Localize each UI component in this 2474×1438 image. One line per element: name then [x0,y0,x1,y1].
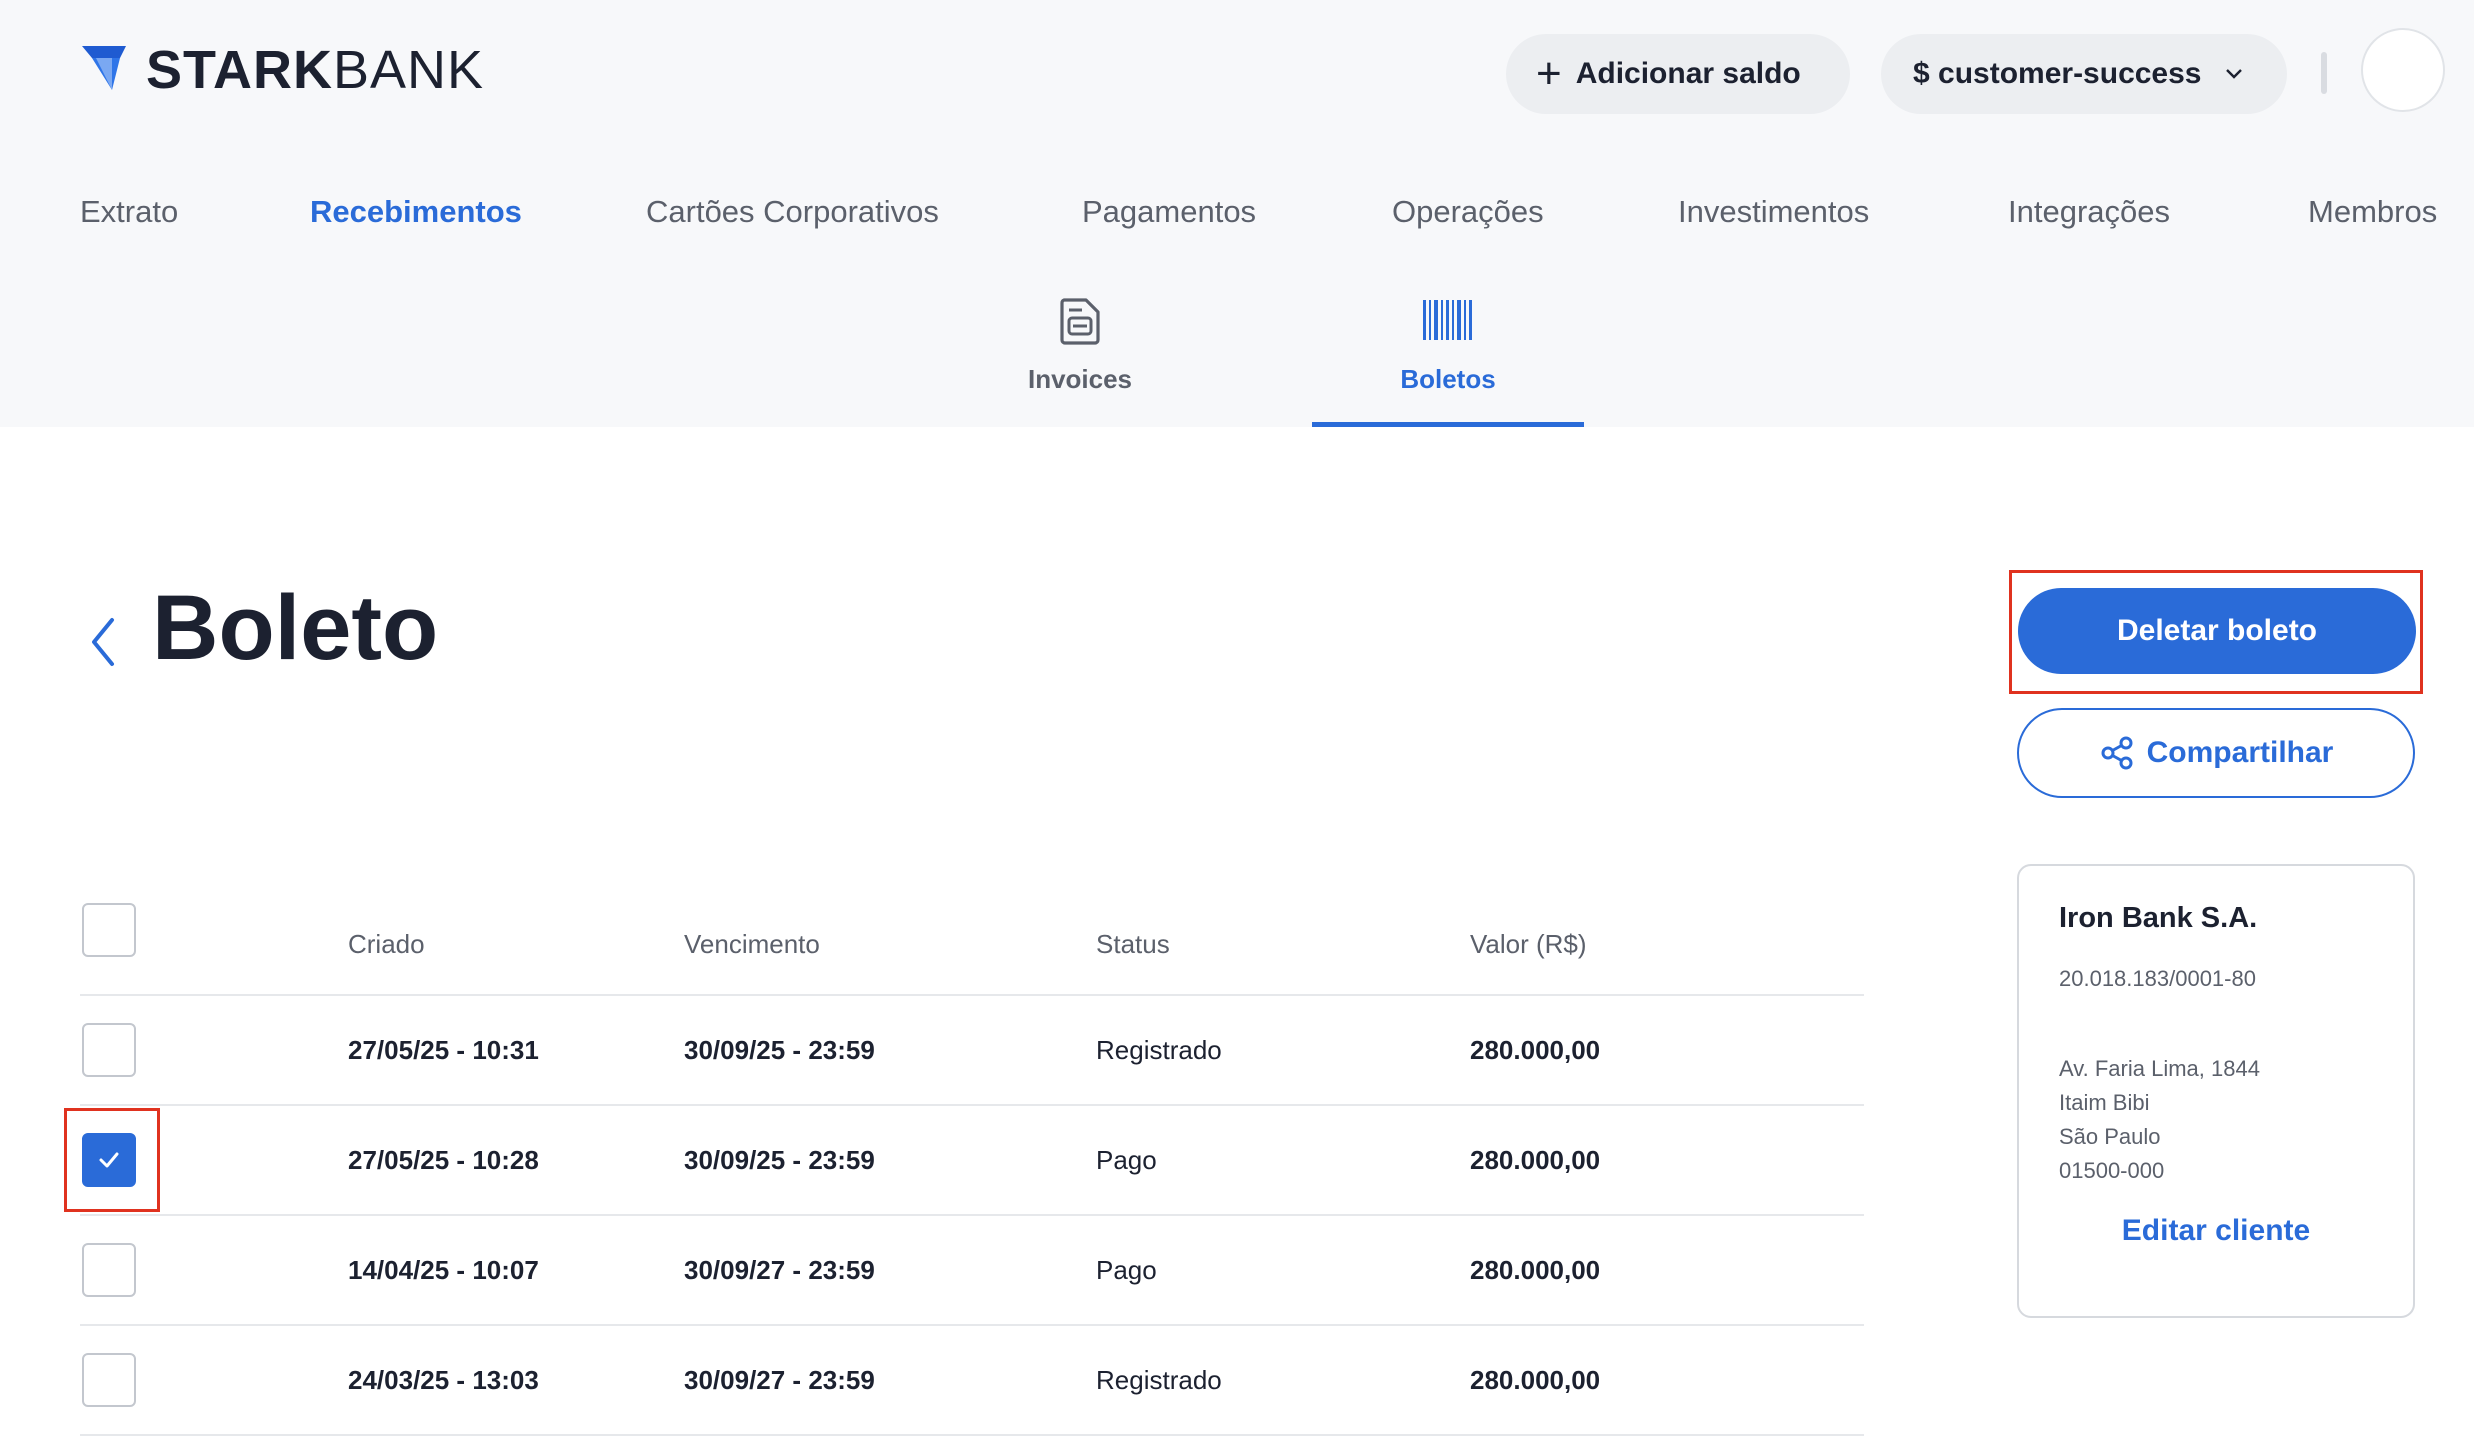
account-label: $ customer-success [1913,57,2202,90]
table-row[interactable]: 27/05/25 - 10:28 30/09/25 - 23:59 Pago 2… [64,1106,1864,1216]
avatar[interactable] [2361,28,2445,112]
starkbank-logo-icon [82,46,126,90]
cell-due: 30/09/27 - 23:59 [684,1364,875,1395]
tab-boletos-label: Boletos [1400,364,1496,394]
cell-created: 24/03/25 - 13:03 [348,1364,539,1395]
cell-due: 30/09/25 - 23:59 [684,1034,875,1065]
nav-item-pagamentos[interactable]: Pagamentos [1082,194,1256,230]
cell-status: Registrado [1096,1034,1222,1065]
nav-item-integracoes[interactable]: Integrações [2008,194,2170,230]
header-created: Criado [348,928,425,959]
cell-value: 280.000,00 [1470,1034,1601,1065]
address-line-1: Av. Faria Lima, 1844 [2059,1056,2260,1081]
chevron-left-icon [92,618,114,666]
add-balance-button[interactable]: + Adicionar saldo [1506,34,1850,114]
header-divider [2321,52,2327,94]
nav-item-operacoes[interactable]: Operações [1392,194,1544,230]
table-row[interactable]: 24/03/25 - 13:03 30/09/27 - 23:59 Regist… [80,1326,1864,1436]
share-icon [2101,736,2133,770]
nav-item-investimentos[interactable]: Investimentos [1678,194,1869,230]
nav-item-membros[interactable]: Membros [2308,194,2437,230]
chevron-down-icon [2224,60,2244,88]
cell-created: 14/04/25 - 10:07 [348,1254,539,1285]
back-button[interactable] [84,612,124,672]
table-row[interactable]: 27/05/25 - 10:31 30/09/25 - 23:59 Regist… [80,996,1864,1106]
table-row[interactable]: 14/04/25 - 10:07 30/09/27 - 23:59 Pago 2… [80,1216,1864,1326]
main-nav: Extrato Recebimentos Cartões Corporativo… [0,194,2474,234]
row-checkbox[interactable] [82,1023,136,1077]
address-zip: 01500-000 [2059,1158,2165,1183]
cell-due: 30/09/25 - 23:59 [684,1144,875,1175]
header-due: Vencimento [684,928,820,959]
delete-button-highlight [2009,570,2423,694]
cell-status: Pago [1096,1254,1157,1285]
customer-address: Av. Faria Lima, 1844 Itaim Bibi São Paul… [2059,1052,2260,1188]
add-balance-label: Adicionar saldo [1575,57,1801,90]
tab-invoices-label: Invoices [1027,364,1133,394]
address-line-2: Itaim Bibi [2059,1090,2150,1115]
checkbox-highlight [64,1108,160,1212]
header-value: Valor (R$) [1470,928,1587,959]
active-tab-indicator [1312,422,1584,427]
page-title: Boleto [152,577,439,679]
plus-icon: + [1536,49,1562,98]
tab-invoices[interactable]: Invoices [944,296,1216,427]
customer-name: Iron Bank S.A. [2059,902,2258,934]
cell-created: 27/05/25 - 10:31 [348,1034,539,1065]
customer-card: Iron Bank S.A. 20.018.183/0001-80 Av. Fa… [2017,864,2415,1318]
nav-item-recebimentos[interactable]: Recebimentos [310,194,522,230]
brand-wordmark: STARKBANK [146,40,485,100]
table-header: Criado Vencimento Status Valor (R$) [80,894,1864,996]
edit-customer-link[interactable]: Editar cliente [2019,1214,2413,1248]
cell-status: Pago [1096,1144,1157,1175]
cell-status: Registrado [1096,1364,1222,1395]
customer-tax-id: 20.018.183/0001-80 [2059,966,2256,991]
share-button[interactable]: Compartilhar [2017,708,2415,798]
nav-item-cartoes-corporativos[interactable]: Cartões Corporativos [646,194,939,230]
header-status: Status [1096,928,1170,959]
cell-value: 280.000,00 [1470,1364,1601,1395]
select-all-checkbox[interactable] [82,903,136,957]
nav-item-extrato[interactable]: Extrato [80,194,178,230]
cell-due: 30/09/27 - 23:59 [684,1254,875,1285]
share-label: Compartilhar [2146,736,2334,769]
cell-value: 280.000,00 [1470,1144,1601,1175]
address-city: São Paulo [2059,1124,2161,1149]
cell-value: 280.000,00 [1470,1254,1601,1285]
starkbank-logo[interactable]: STARKBANK [82,40,484,100]
invoice-document-icon [944,296,1216,346]
row-checkbox[interactable] [82,1243,136,1297]
cell-created: 27/05/25 - 10:28 [348,1144,539,1175]
account-selector[interactable]: $ customer-success [1881,34,2287,114]
tab-boletos[interactable]: Boletos [1312,296,1584,427]
barcode-icon [1312,296,1584,346]
row-checkbox[interactable] [82,1353,136,1407]
